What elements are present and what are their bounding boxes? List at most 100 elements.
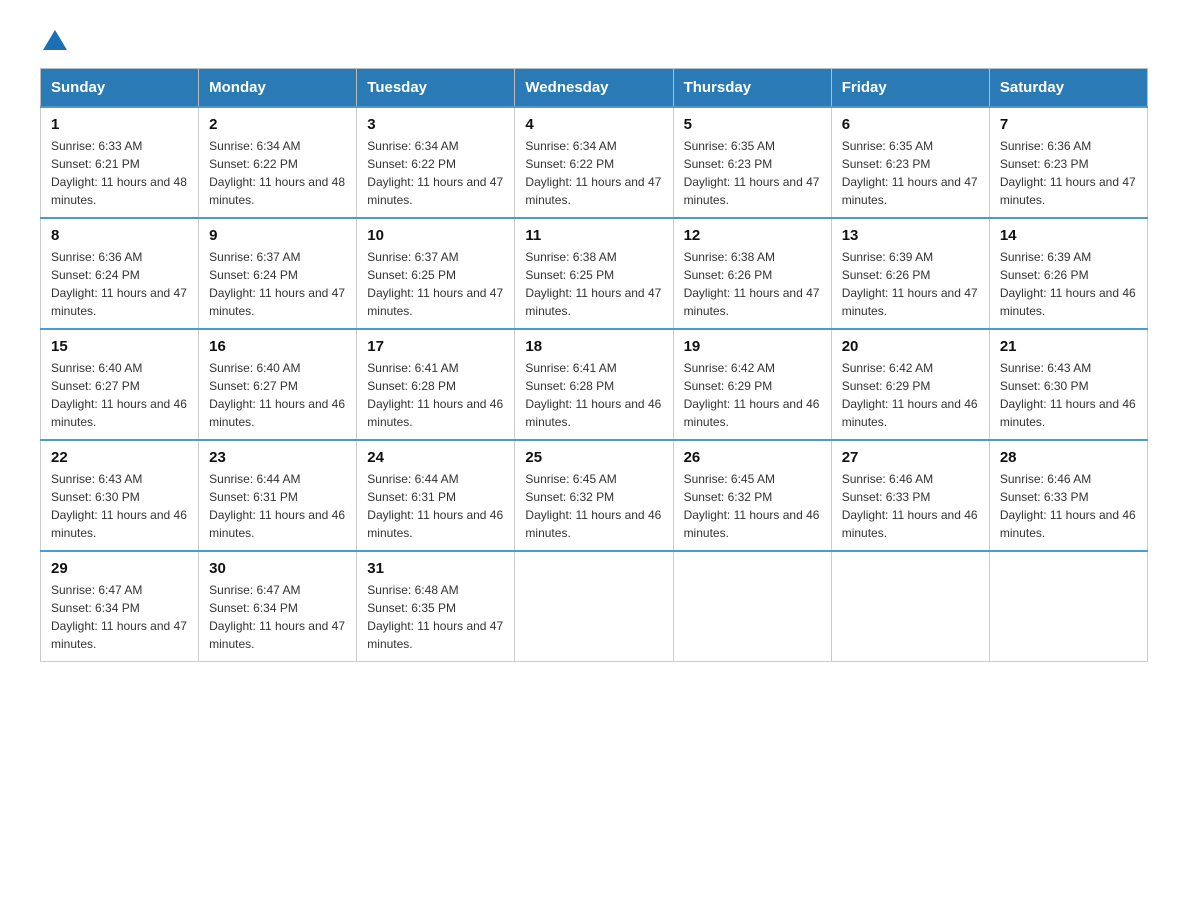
day-info: Sunrise: 6:42 AM Sunset: 6:29 PM Dayligh… (842, 359, 979, 431)
calendar-day-cell: 6 Sunrise: 6:35 AM Sunset: 6:23 PM Dayli… (831, 107, 989, 218)
day-number: 6 (842, 116, 979, 133)
calendar-day-cell: 29 Sunrise: 6:47 AM Sunset: 6:34 PM Dayl… (41, 551, 199, 662)
calendar-day-cell: 3 Sunrise: 6:34 AM Sunset: 6:22 PM Dayli… (357, 107, 515, 218)
day-info: Sunrise: 6:46 AM Sunset: 6:33 PM Dayligh… (842, 470, 979, 542)
calendar-day-cell: 28 Sunrise: 6:46 AM Sunset: 6:33 PM Dayl… (989, 440, 1147, 551)
calendar-weekday-header: Tuesday (357, 69, 515, 108)
calendar-day-cell: 31 Sunrise: 6:48 AM Sunset: 6:35 PM Dayl… (357, 551, 515, 662)
calendar-day-cell: 25 Sunrise: 6:45 AM Sunset: 6:32 PM Dayl… (515, 440, 673, 551)
day-number: 31 (367, 560, 504, 577)
calendar-day-cell (515, 551, 673, 662)
calendar-day-cell: 15 Sunrise: 6:40 AM Sunset: 6:27 PM Dayl… (41, 329, 199, 440)
day-number: 14 (1000, 227, 1137, 244)
calendar-day-cell: 2 Sunrise: 6:34 AM Sunset: 6:22 PM Dayli… (199, 107, 357, 218)
day-info: Sunrise: 6:46 AM Sunset: 6:33 PM Dayligh… (1000, 470, 1137, 542)
calendar-week-row: 22 Sunrise: 6:43 AM Sunset: 6:30 PM Dayl… (41, 440, 1148, 551)
day-number: 11 (525, 227, 662, 244)
calendar-day-cell: 13 Sunrise: 6:39 AM Sunset: 6:26 PM Dayl… (831, 218, 989, 329)
calendar-day-cell: 24 Sunrise: 6:44 AM Sunset: 6:31 PM Dayl… (357, 440, 515, 551)
day-number: 8 (51, 227, 188, 244)
calendar-weekday-header: Monday (199, 69, 357, 108)
calendar-week-row: 1 Sunrise: 6:33 AM Sunset: 6:21 PM Dayli… (41, 107, 1148, 218)
calendar-day-cell: 27 Sunrise: 6:46 AM Sunset: 6:33 PM Dayl… (831, 440, 989, 551)
day-number: 22 (51, 449, 188, 466)
day-info: Sunrise: 6:38 AM Sunset: 6:26 PM Dayligh… (684, 248, 821, 320)
day-info: Sunrise: 6:38 AM Sunset: 6:25 PM Dayligh… (525, 248, 662, 320)
day-info: Sunrise: 6:34 AM Sunset: 6:22 PM Dayligh… (209, 137, 346, 209)
day-info: Sunrise: 6:42 AM Sunset: 6:29 PM Dayligh… (684, 359, 821, 431)
day-info: Sunrise: 6:41 AM Sunset: 6:28 PM Dayligh… (525, 359, 662, 431)
day-info: Sunrise: 6:41 AM Sunset: 6:28 PM Dayligh… (367, 359, 504, 431)
calendar-week-row: 29 Sunrise: 6:47 AM Sunset: 6:34 PM Dayl… (41, 551, 1148, 662)
calendar-week-row: 15 Sunrise: 6:40 AM Sunset: 6:27 PM Dayl… (41, 329, 1148, 440)
calendar-header-row: SundayMondayTuesdayWednesdayThursdayFrid… (41, 69, 1148, 108)
calendar-weekday-header: Wednesday (515, 69, 673, 108)
day-info: Sunrise: 6:36 AM Sunset: 6:24 PM Dayligh… (51, 248, 188, 320)
day-info: Sunrise: 6:33 AM Sunset: 6:21 PM Dayligh… (51, 137, 188, 209)
calendar-day-cell: 23 Sunrise: 6:44 AM Sunset: 6:31 PM Dayl… (199, 440, 357, 551)
calendar-day-cell: 9 Sunrise: 6:37 AM Sunset: 6:24 PM Dayli… (199, 218, 357, 329)
day-info: Sunrise: 6:35 AM Sunset: 6:23 PM Dayligh… (684, 137, 821, 209)
day-number: 17 (367, 338, 504, 355)
calendar-day-cell: 1 Sunrise: 6:33 AM Sunset: 6:21 PM Dayli… (41, 107, 199, 218)
day-number: 19 (684, 338, 821, 355)
day-info: Sunrise: 6:47 AM Sunset: 6:34 PM Dayligh… (209, 581, 346, 653)
day-number: 9 (209, 227, 346, 244)
day-info: Sunrise: 6:44 AM Sunset: 6:31 PM Dayligh… (209, 470, 346, 542)
calendar-day-cell: 11 Sunrise: 6:38 AM Sunset: 6:25 PM Dayl… (515, 218, 673, 329)
page-header (40, 30, 1148, 48)
calendar-weekday-header: Sunday (41, 69, 199, 108)
day-info: Sunrise: 6:34 AM Sunset: 6:22 PM Dayligh… (525, 137, 662, 209)
day-info: Sunrise: 6:35 AM Sunset: 6:23 PM Dayligh… (842, 137, 979, 209)
day-number: 18 (525, 338, 662, 355)
calendar-day-cell: 21 Sunrise: 6:43 AM Sunset: 6:30 PM Dayl… (989, 329, 1147, 440)
day-info: Sunrise: 6:45 AM Sunset: 6:32 PM Dayligh… (525, 470, 662, 542)
day-info: Sunrise: 6:45 AM Sunset: 6:32 PM Dayligh… (684, 470, 821, 542)
day-number: 3 (367, 116, 504, 133)
logo (40, 30, 67, 48)
day-number: 21 (1000, 338, 1137, 355)
calendar-day-cell: 7 Sunrise: 6:36 AM Sunset: 6:23 PM Dayli… (989, 107, 1147, 218)
day-number: 15 (51, 338, 188, 355)
day-number: 5 (684, 116, 821, 133)
day-info: Sunrise: 6:36 AM Sunset: 6:23 PM Dayligh… (1000, 137, 1137, 209)
day-number: 24 (367, 449, 504, 466)
day-info: Sunrise: 6:40 AM Sunset: 6:27 PM Dayligh… (209, 359, 346, 431)
day-number: 30 (209, 560, 346, 577)
calendar-day-cell: 8 Sunrise: 6:36 AM Sunset: 6:24 PM Dayli… (41, 218, 199, 329)
calendar-weekday-header: Saturday (989, 69, 1147, 108)
day-number: 28 (1000, 449, 1137, 466)
day-number: 26 (684, 449, 821, 466)
day-number: 4 (525, 116, 662, 133)
calendar-day-cell (673, 551, 831, 662)
calendar-weekday-header: Friday (831, 69, 989, 108)
day-number: 25 (525, 449, 662, 466)
calendar-day-cell: 4 Sunrise: 6:34 AM Sunset: 6:22 PM Dayli… (515, 107, 673, 218)
calendar-day-cell: 22 Sunrise: 6:43 AM Sunset: 6:30 PM Dayl… (41, 440, 199, 551)
logo-triangle-icon (43, 30, 67, 50)
calendar-day-cell: 19 Sunrise: 6:42 AM Sunset: 6:29 PM Dayl… (673, 329, 831, 440)
day-info: Sunrise: 6:40 AM Sunset: 6:27 PM Dayligh… (51, 359, 188, 431)
calendar-day-cell: 18 Sunrise: 6:41 AM Sunset: 6:28 PM Dayl… (515, 329, 673, 440)
calendar-day-cell: 5 Sunrise: 6:35 AM Sunset: 6:23 PM Dayli… (673, 107, 831, 218)
day-info: Sunrise: 6:39 AM Sunset: 6:26 PM Dayligh… (1000, 248, 1137, 320)
calendar-day-cell: 26 Sunrise: 6:45 AM Sunset: 6:32 PM Dayl… (673, 440, 831, 551)
calendar-week-row: 8 Sunrise: 6:36 AM Sunset: 6:24 PM Dayli… (41, 218, 1148, 329)
day-number: 23 (209, 449, 346, 466)
day-info: Sunrise: 6:37 AM Sunset: 6:24 PM Dayligh… (209, 248, 346, 320)
calendar-day-cell: 12 Sunrise: 6:38 AM Sunset: 6:26 PM Dayl… (673, 218, 831, 329)
day-info: Sunrise: 6:48 AM Sunset: 6:35 PM Dayligh… (367, 581, 504, 653)
day-info: Sunrise: 6:37 AM Sunset: 6:25 PM Dayligh… (367, 248, 504, 320)
day-info: Sunrise: 6:34 AM Sunset: 6:22 PM Dayligh… (367, 137, 504, 209)
day-info: Sunrise: 6:47 AM Sunset: 6:34 PM Dayligh… (51, 581, 188, 653)
calendar-day-cell: 10 Sunrise: 6:37 AM Sunset: 6:25 PM Dayl… (357, 218, 515, 329)
day-info: Sunrise: 6:43 AM Sunset: 6:30 PM Dayligh… (1000, 359, 1137, 431)
day-info: Sunrise: 6:44 AM Sunset: 6:31 PM Dayligh… (367, 470, 504, 542)
calendar-weekday-header: Thursday (673, 69, 831, 108)
day-number: 2 (209, 116, 346, 133)
day-number: 29 (51, 560, 188, 577)
calendar-day-cell (831, 551, 989, 662)
day-number: 16 (209, 338, 346, 355)
calendar-day-cell (989, 551, 1147, 662)
day-info: Sunrise: 6:43 AM Sunset: 6:30 PM Dayligh… (51, 470, 188, 542)
